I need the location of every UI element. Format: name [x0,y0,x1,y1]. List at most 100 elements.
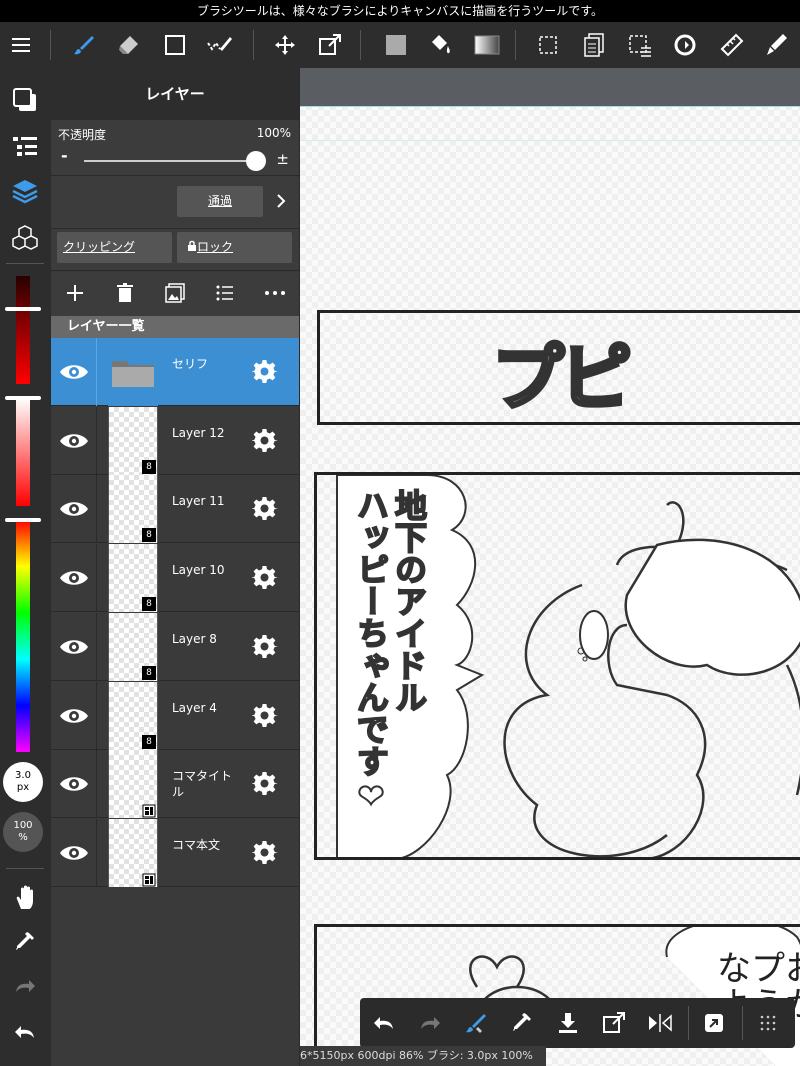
image-layer-icon[interactable] [163,281,187,305]
layer-name: コマタイトル [172,769,233,800]
hue-slider[interactable] [16,520,30,752]
layer-menu-icon[interactable] [213,281,237,305]
layer-settings-gear-icon[interactable] [245,558,285,598]
select-icon[interactable] [528,22,568,68]
brightness-slider[interactable] [16,276,30,384]
saturation-slider[interactable] [16,398,30,506]
save-icon[interactable] [548,1003,588,1043]
brush-size-value: 3.0 [15,770,31,781]
visibility-eye-icon[interactable] [51,612,97,681]
layer-stack-icon[interactable] [574,22,614,68]
layer-settings-gear-icon[interactable] [245,764,285,804]
brightness-knob[interactable] [5,307,41,311]
saturation-knob[interactable] [5,396,41,400]
add-layer-icon[interactable] [63,281,87,305]
layer-settings-gear-icon[interactable] [245,489,285,529]
gradient-icon[interactable] [467,22,507,68]
move-icon[interactable] [265,22,305,68]
undo-icon[interactable] [364,1003,404,1043]
layer-row[interactable]: 8 Layer 10 [51,544,299,613]
lock-button[interactable]: ロック [177,232,292,263]
layer-row[interactable]: コマ本文 [51,818,299,887]
canvas[interactable]: プピ 地下のアイドル ハッピーちゃんです❤ なプ [300,68,800,1066]
layer-row[interactable]: 8 Layer 12 [51,406,299,475]
opacity-plus-button[interactable]: ± [276,150,289,168]
transform-icon[interactable] [310,22,350,68]
layer-list-header: レイヤー一覧 [51,316,299,338]
blend-mode-row: 通過 [51,177,299,229]
more-icon[interactable] [263,281,287,305]
brush-opacity-value: 100 [13,820,33,831]
brush-opacity-unit: % [18,832,28,843]
opacity-slider-track[interactable] [84,160,260,162]
layer-settings-gear-icon[interactable] [245,421,285,461]
flip-icon[interactable] [640,1003,680,1043]
brush-size-button[interactable]: 3.0 px [3,762,43,802]
clipping-button[interactable]: クリッピング [57,232,172,263]
brush-opacity-button[interactable]: 100 % [3,812,43,852]
visibility-eye-icon[interactable] [51,338,97,406]
rotate-icon[interactable] [665,22,705,68]
materials-icon[interactable] [5,218,45,258]
redo-icon[interactable] [410,1003,450,1043]
hand-icon[interactable] [5,878,45,918]
layer-action-row [51,272,299,318]
quick-access-icon[interactable] [694,1003,734,1043]
chevron-right-icon[interactable] [269,189,293,213]
hue-knob[interactable] [5,518,41,522]
opacity-slider-knob[interactable] [246,151,266,171]
layer-list-icon[interactable] [5,126,45,166]
layer-settings-gear-icon[interactable] [245,627,285,667]
pen-settings-icon[interactable] [756,22,796,68]
lock-label: ロック [197,240,234,254]
layer-name: コマ本文 [172,837,221,852]
layer-row[interactable]: コマタイトル [51,750,299,819]
layer-thumbnail: 8 [108,681,158,750]
bucket-icon[interactable] [420,22,460,68]
toolbar-separator [688,1006,689,1040]
delete-layer-icon[interactable] [113,281,137,305]
brush-eraser-toggle-icon[interactable] [456,1003,496,1043]
bottom-toolbar [360,998,795,1048]
layer-settings-gear-icon[interactable] [245,833,285,873]
folder-icon [108,338,158,406]
visibility-eye-icon[interactable] [51,681,97,750]
selection-pen-icon[interactable] [200,22,240,68]
layer-row[interactable]: 8 Layer 4 [51,681,299,750]
redo-icon[interactable] [5,966,45,1006]
eyedropper-icon[interactable] [502,1003,542,1043]
fill-color-icon[interactable] [376,22,416,68]
layer-settings-gear-icon[interactable] [245,352,285,392]
clipping-label: クリッピング [63,240,136,254]
visibility-eye-icon[interactable] [51,818,97,887]
layer-row[interactable]: セリフ [51,338,299,406]
visibility-eye-icon[interactable] [51,544,97,613]
visibility-eye-icon[interactable] [51,475,97,544]
select-menu-icon[interactable] [620,22,660,68]
undo-icon[interactable] [5,1012,45,1052]
grid-menu-icon[interactable] [748,1003,788,1043]
blend-mode-button[interactable]: 通過 [177,186,263,217]
ruler-icon[interactable] [712,22,752,68]
layer-row[interactable]: 8 Layer 11 [51,475,299,544]
template-icon [142,872,156,887]
brush-icon[interactable] [64,22,104,68]
bit-depth-badge: 8 [142,459,156,474]
menu-icon[interactable] [2,22,42,68]
layer-row[interactable]: 8 Layer 8 [51,612,299,681]
layer-thumbnail: 8 [108,475,158,544]
layers-icon[interactable] [5,172,45,212]
color-swatch-icon[interactable] [5,80,45,120]
bit-depth-badge: 8 [142,597,156,612]
export-icon[interactable] [594,1003,634,1043]
opacity-minus-button[interactable]: - [61,146,68,165]
visibility-eye-icon[interactable] [51,750,97,819]
app-root: ブラシツールは、様々なブラシによりキャンバスに描画を行うツールです。 3.0 p… [0,0,800,1066]
layer-settings-gear-icon[interactable] [245,696,285,736]
eraser-icon[interactable] [108,22,148,68]
visibility-eye-icon[interactable] [51,406,97,475]
guide-line [300,106,800,107]
opacity-row: 不透明度 100% - ± [51,120,299,176]
eyedropper-icon[interactable] [5,922,45,962]
rectangle-icon[interactable] [155,22,195,68]
